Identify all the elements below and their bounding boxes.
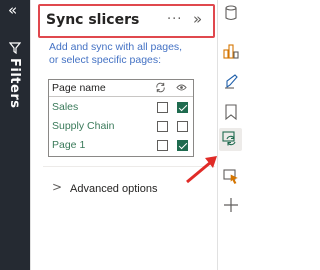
format-visual-icon[interactable] — [222, 42, 240, 60]
sync-slicers-pane: Sync slicers ··· » Add and sync with all… — [30, 0, 218, 270]
pane-title: Sync slicers — [46, 12, 140, 28]
funnel-icon — [9, 42, 21, 54]
more-options-button[interactable]: ··· — [167, 12, 182, 27]
cylinder-data-icon[interactable] — [222, 4, 240, 22]
visible-checkbox[interactable] — [177, 121, 188, 132]
filters-label: Filters — [7, 58, 22, 109]
page-row-page-1: Page 1 — [49, 136, 193, 154]
filters-pane-collapsed[interactable]: « Filters — [0, 0, 30, 270]
pane-switcher-bar — [218, 0, 244, 270]
page-name: Sales — [52, 101, 79, 113]
page-row-supply-chain: Supply Chain — [49, 117, 193, 135]
advanced-options-toggle[interactable]: Advanced options — [70, 183, 157, 195]
analytics-paintbrush-icon[interactable] — [222, 72, 240, 90]
sync-checkbox[interactable] — [157, 121, 168, 132]
pane-header-highlight: Sync slicers ··· » — [38, 4, 215, 38]
visible-checkbox[interactable] — [177, 102, 188, 113]
collapse-pane-button[interactable]: » — [193, 10, 202, 28]
page-name: Page 1 — [52, 139, 86, 151]
page-name: Supply Chain — [52, 120, 115, 132]
add-icon[interactable] — [222, 196, 240, 214]
description-line-1[interactable]: Add and sync with all pages, — [49, 41, 217, 54]
annotation-arrow — [186, 156, 217, 184]
eye-icon — [176, 83, 187, 95]
description-line-2: or select specific pages: — [49, 54, 162, 66]
table-header: Page name — [49, 80, 193, 97]
page-name-header: Page name — [52, 82, 106, 94]
pane-description: Add and sync with all pages, or select s… — [49, 41, 217, 67]
bookmark-icon[interactable] — [222, 103, 240, 121]
sync-icon — [155, 82, 166, 96]
chevron-right-icon[interactable]: > — [52, 180, 62, 194]
expand-filters-chevron-icon[interactable]: « — [8, 2, 17, 18]
sync-pages-table: Page name Sales Supply Chain Page 1 — [48, 79, 194, 157]
page-row-sales: Sales — [49, 98, 193, 116]
sync-checkbox[interactable] — [157, 140, 168, 151]
sync-checkbox[interactable] — [157, 102, 168, 113]
